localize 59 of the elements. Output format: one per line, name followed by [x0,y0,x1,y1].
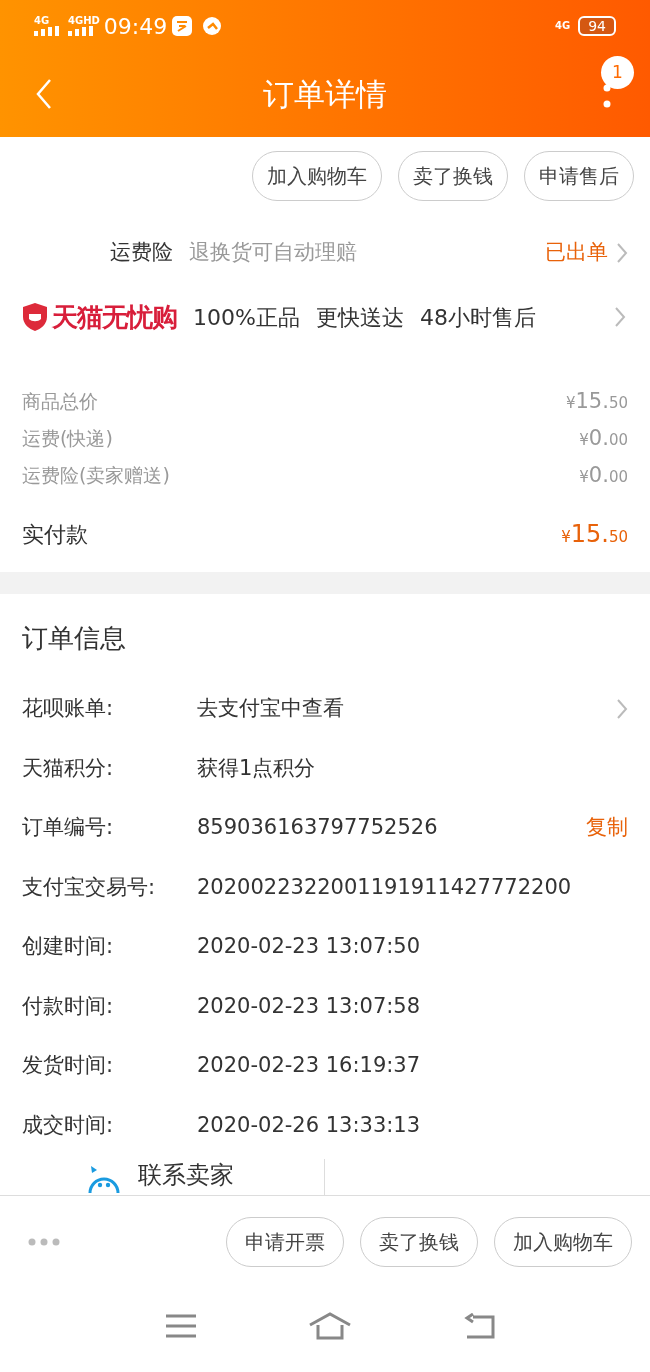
info-value: 获得1点积分 [197,754,317,782]
chevron-right-icon[interactable] [614,306,626,328]
more-icon[interactable] [28,1237,60,1246]
action-button[interactable]: 申请开票 [226,1216,344,1267]
price-amount: ¥15.50 [565,387,628,415]
chevron-right-icon[interactable] [616,242,628,264]
contact-seller-link[interactable]: 联系卖家 [138,1163,234,1187]
info-value: 2020-02-23 13:07:58 [197,992,422,1020]
info-value: 2020-02-26 13:33:13 [197,1111,422,1139]
shield-icon [22,302,48,332]
brand-name: 天猫无忧购 [52,300,177,334]
network-label: 4G [34,16,51,26]
price-label: 商品总价 [22,389,98,415]
back-icon[interactable] [35,78,53,110]
info-link[interactable]: 去支付宝中查看 [197,693,616,725]
feature-label: 100%正品 [193,303,300,332]
price-amount: ¥0.00 [579,424,628,452]
info-value: 2020-02-23 13:07:50 [197,933,422,960]
app-notification-icon [171,15,194,37]
insurance-label: 运费险 [110,239,173,267]
info-label: 天猫积分: [22,754,115,782]
notification-badge: 1 [601,56,634,89]
feature-label: 48小时售后 [419,303,536,332]
info-value: 2020-02-23 16:19:37 [197,1052,422,1079]
info-label: 付款时间: [22,992,115,1020]
network-label: 4G [555,21,571,31]
info-label: 创建时间: [22,933,115,960]
info-label: 发货时间: [22,1052,115,1079]
section-title: 订单信息 [22,622,127,655]
price-label: 实付款 [22,520,88,549]
status-time: 09:49 [103,12,168,41]
price-label: 运费(快递) [22,426,113,452]
menu-icon[interactable] [165,1312,198,1339]
info-label: 支付宝交易号: [22,873,157,901]
back-arrow-icon[interactable] [462,1312,495,1339]
info-value: 2020022322001191911427772200 [197,873,573,901]
signal-icon [34,26,60,36]
signal-icon [68,26,94,36]
battery-level: 94 [578,16,616,36]
insurance-description: 退换货可自动理赔 [189,239,358,267]
page-title: 订单详情 [263,75,387,115]
feature-label: 更快送达 [315,303,404,332]
action-button[interactable]: 申请售后 [524,151,634,201]
chevron-right-icon[interactable] [616,697,628,720]
price-label: 运费险(卖家赠送) [22,463,170,489]
price-amount: ¥15.50 [561,519,628,550]
home-icon[interactable] [308,1311,352,1340]
chat-face-icon[interactable] [86,1163,122,1195]
info-label: 花呗账单: [22,695,115,722]
action-button[interactable]: 卖了换钱 [360,1216,478,1267]
price-amount: ¥0.00 [579,461,628,489]
network-label: 4GHD [68,16,100,26]
insurance-status: 已出单 [545,239,608,267]
action-button[interactable]: 加入购物车 [252,151,382,201]
info-label: 成交时间: [22,1111,115,1139]
action-button[interactable]: 卖了换钱 [398,151,508,201]
info-label: 订单编号: [22,814,115,841]
info-value: 859036163797752526 [197,814,439,841]
action-button[interactable]: 加入购物车 [494,1216,632,1267]
